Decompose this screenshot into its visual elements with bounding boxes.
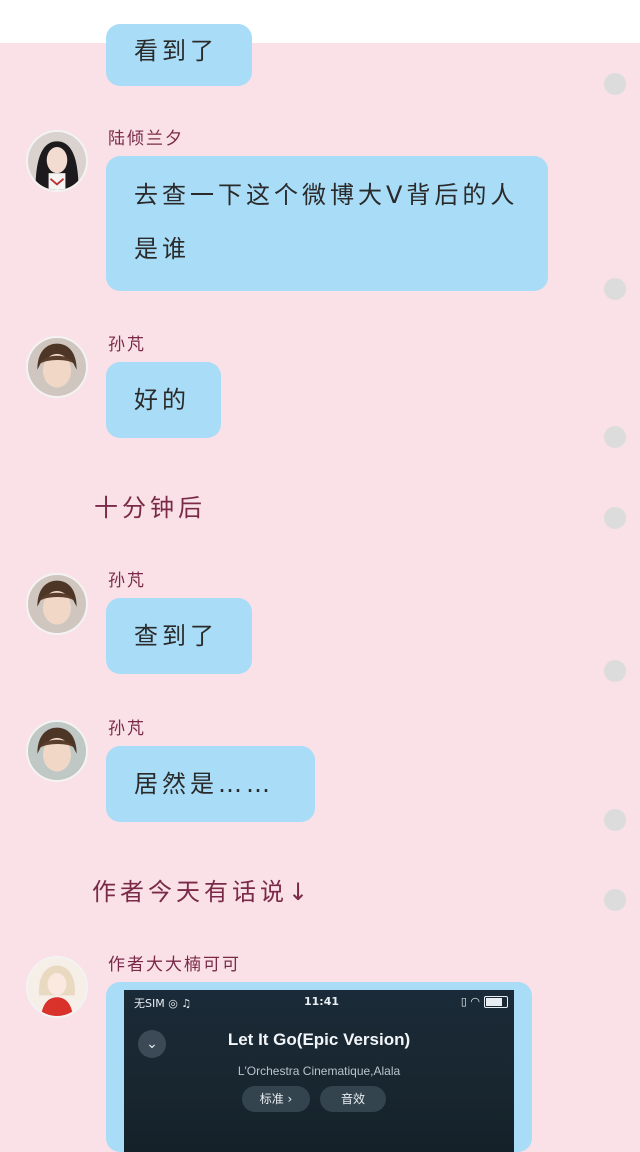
sender-name: 孙芃	[108, 335, 146, 355]
message-bubble[interactable]: 查到了	[106, 598, 252, 674]
avatar-boy-icon	[28, 575, 86, 633]
music-card[interactable]: 无SIM ◎ ♫ 11:41 ▯ ◠ ⌄ Let It Go(Epic Vers…	[106, 982, 532, 1152]
message-text: 查到了	[134, 622, 218, 650]
scroll-dot	[604, 809, 626, 831]
avatar[interactable]	[26, 956, 88, 1018]
quality-button[interactable]: 标准 ›	[242, 1086, 310, 1112]
sender-name: 陆倾兰夕	[108, 129, 184, 149]
message-bubble[interactable]: 好的	[106, 362, 221, 438]
narration-text: 作者今天有话说↓	[92, 878, 313, 906]
message-text: 居然是……	[134, 770, 274, 798]
top-bar	[0, 0, 640, 43]
scroll-dot	[604, 73, 626, 95]
sound-effect-button[interactable]: 音效	[320, 1086, 386, 1112]
song-title: Let It Go(Epic Version)	[227, 1030, 411, 1049]
message-text: 看到了	[134, 37, 218, 65]
status-left: 无SIM ◎ ♫	[134, 997, 192, 1010]
scroll-dot	[604, 889, 626, 911]
song-artist: L'Orchestra Cinematique,Alala	[237, 1064, 401, 1078]
message-bubble[interactable]: 居然是……	[106, 746, 315, 822]
avatar-girl-icon	[28, 132, 86, 190]
status-time: 11:41	[304, 995, 340, 1008]
sender-name: 孙芃	[108, 571, 146, 591]
avatar-boy-icon	[28, 338, 86, 396]
scroll-dot	[604, 660, 626, 682]
sender-name: 作者大大楠可可	[108, 955, 241, 975]
avatar[interactable]	[26, 130, 88, 192]
battery-icon	[484, 996, 508, 1008]
avatar[interactable]	[26, 336, 88, 398]
scroll-dot	[604, 507, 626, 529]
scroll-dot	[604, 426, 626, 448]
message-text: 去查一下这个微博大V背后的人是谁	[134, 181, 519, 263]
scroll-dot	[604, 278, 626, 300]
status-bar: 无SIM ◎ ♫ 11:41 ▯ ◠	[124, 990, 514, 1014]
avatar[interactable]	[26, 573, 88, 635]
avatar-boy-icon	[28, 722, 86, 780]
message-text: 好的	[134, 386, 190, 414]
avatar[interactable]	[26, 720, 88, 782]
status-right: ▯ ◠	[460, 995, 480, 1008]
music-screenshot: 无SIM ◎ ♫ 11:41 ▯ ◠ ⌄ Let It Go(Epic Vers…	[124, 990, 514, 1152]
avatar-anime-girl-icon	[28, 958, 86, 1016]
message-bubble[interactable]: 去查一下这个微博大V背后的人是谁	[106, 156, 548, 291]
message-bubble[interactable]: 看到了	[106, 24, 252, 86]
sender-name: 孙芃	[108, 719, 146, 739]
narration-text: 十分钟后	[94, 494, 206, 522]
